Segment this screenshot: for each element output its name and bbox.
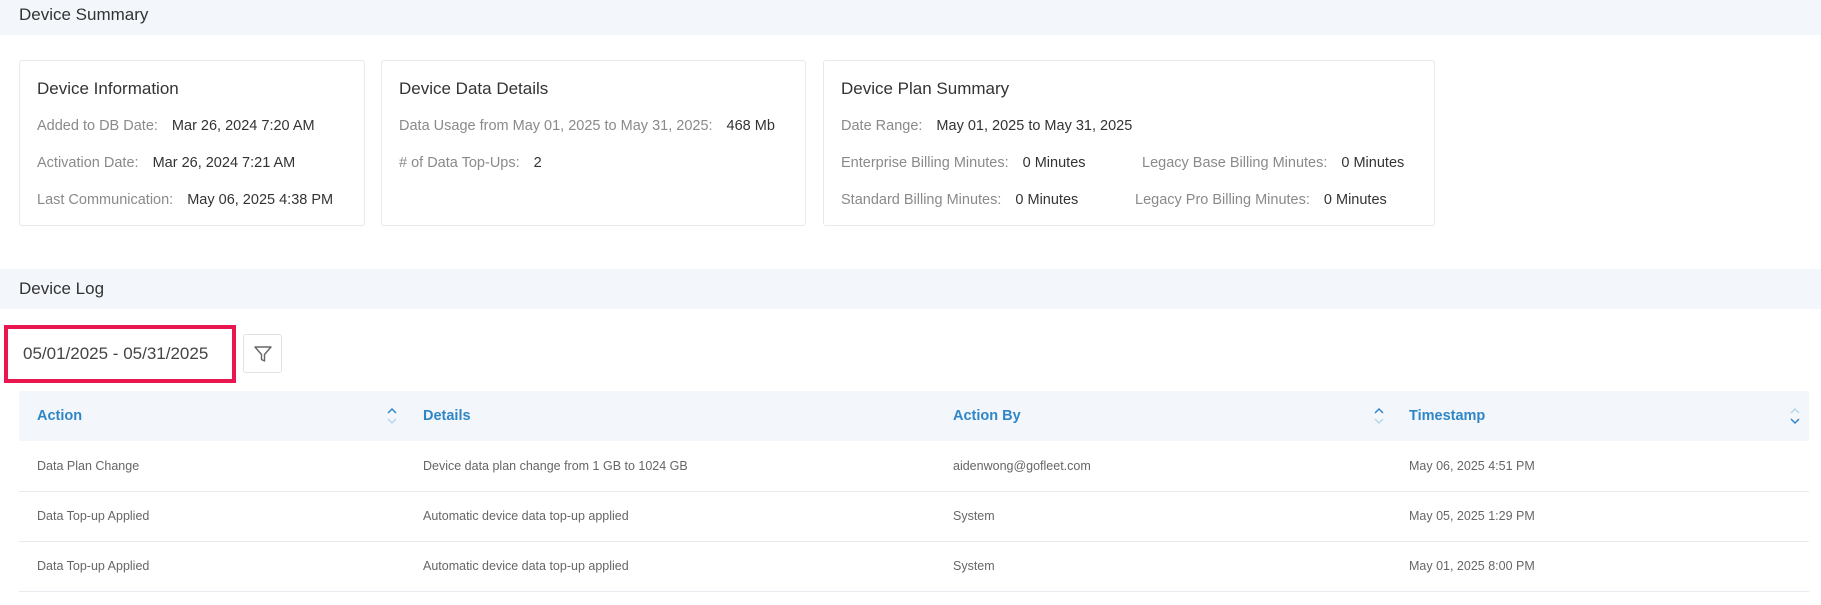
column-header-timestamp[interactable]: Timestamp (1409, 391, 1485, 441)
column-header-timestamp-label: Timestamp (1409, 408, 1486, 424)
standard-billing-row: Standard Billing Minutes: 0 Minutes (841, 192, 1078, 208)
column-header-action-label: Action (37, 408, 83, 424)
cell-details: Automatic device data top-up applied (423, 509, 629, 523)
legacy-base-billing-value: 0 Minutes (1341, 155, 1405, 171)
device-summary-header: Device Summary (0, 0, 1821, 35)
column-header-action-by[interactable]: Action By (953, 391, 1021, 441)
cell-timestamp: May 06, 2025 4:51 PM (1409, 459, 1535, 473)
last-communication-label: Last Communication: (37, 192, 174, 208)
filter-button[interactable] (243, 334, 282, 373)
column-header-action[interactable]: Action (37, 391, 82, 441)
sort-icon[interactable] (1788, 405, 1802, 427)
last-communication-value: May 06, 2025 4:38 PM (187, 192, 334, 208)
device-information-title: Device Information (37, 79, 179, 98)
device-log-header: Device Log (0, 269, 1821, 309)
device-data-details-title: Device Data Details (399, 79, 549, 98)
sort-icon[interactable] (1372, 405, 1386, 427)
added-to-db-label: Added to DB Date: (37, 118, 158, 134)
last-communication-row: Last Communication: May 06, 2025 4:38 PM (37, 192, 333, 208)
added-to-db-row: Added to DB Date: Mar 26, 2024 7:20 AM (37, 118, 315, 134)
data-topups-label: # of Data Top-Ups: (399, 155, 520, 171)
standard-billing-label: Standard Billing Minutes: (841, 192, 1002, 208)
device-data-details-card: Device Data Details Data Usage from May … (381, 60, 806, 226)
cell-action-by: System (953, 509, 995, 523)
legacy-base-billing-row: Legacy Base Billing Minutes: 0 Minutes (1142, 155, 1404, 171)
device-plan-summary-title: Device Plan Summary (841, 79, 1010, 98)
legacy-pro-billing-row: Legacy Pro Billing Minutes: 0 Minutes (1135, 192, 1387, 208)
table-row[interactable]: Data Top-up Applied Automatic device dat… (19, 491, 1809, 542)
device-information-card: Device Information Added to DB Date: Mar … (19, 60, 365, 226)
enterprise-billing-label: Enterprise Billing Minutes: (841, 155, 1009, 171)
enterprise-billing-value: 0 Minutes (1022, 155, 1086, 171)
date-range-picker[interactable]: 05/01/2025 - 05/31/2025 (4, 325, 236, 383)
legacy-pro-billing-value: 0 Minutes (1323, 192, 1387, 208)
activation-date-value: Mar 26, 2024 7:21 AM (152, 155, 296, 171)
standard-billing-value: 0 Minutes (1015, 192, 1079, 208)
table-row[interactable]: Data Top-up Applied Automatic device dat… (19, 541, 1809, 592)
legacy-base-billing-label: Legacy Base Billing Minutes: (1142, 155, 1328, 171)
data-usage-row: Data Usage from May 01, 2025 to May 31, … (399, 118, 775, 134)
cell-action: Data Top-up Applied (37, 559, 150, 573)
column-header-action-by-label: Action By (953, 408, 1021, 424)
cell-action-by: aidenwong@gofleet.com (953, 459, 1091, 473)
column-header-details: Details (423, 391, 471, 441)
date-range-text: 05/01/2025 - 05/31/2025 (23, 344, 209, 363)
table-row[interactable]: Data Plan Change Device data plan change… (19, 441, 1809, 492)
device-log-title: Device Log (19, 279, 105, 298)
data-topups-value: 2 (533, 155, 542, 171)
filter-icon (253, 345, 272, 362)
cell-timestamp: May 05, 2025 1:29 PM (1409, 509, 1535, 523)
activation-date-row: Activation Date: Mar 26, 2024 7:21 AM (37, 155, 295, 171)
date-range-value: May 01, 2025 to May 31, 2025 (936, 118, 1133, 134)
data-usage-label: Data Usage from May 01, 2025 to May 31, … (399, 118, 713, 134)
date-range-row: Date Range: May 01, 2025 to May 31, 2025 (841, 118, 1132, 134)
data-topups-row: # of Data Top-Ups: 2 (399, 155, 542, 171)
cell-action: Data Top-up Applied (37, 509, 150, 523)
cell-action-by: System (953, 559, 995, 573)
cell-details: Automatic device data top-up applied (423, 559, 629, 573)
legacy-pro-billing-label: Legacy Pro Billing Minutes: (1135, 192, 1310, 208)
sort-icon[interactable] (385, 405, 399, 427)
cell-details: Device data plan change from 1 GB to 102… (423, 459, 688, 473)
enterprise-billing-row: Enterprise Billing Minutes: 0 Minutes (841, 155, 1086, 171)
cell-action: Data Plan Change (37, 459, 140, 473)
data-usage-value: 468 Mb (726, 118, 775, 134)
activation-date-label: Activation Date: (37, 155, 139, 171)
device-plan-summary-card: Device Plan Summary Date Range: May 01, 2… (823, 60, 1435, 226)
column-header-details-label: Details (423, 408, 471, 424)
device-summary-title: Device Summary (19, 4, 149, 24)
log-table-header: Action Details Action By Timestamp (19, 391, 1809, 441)
added-to-db-value: Mar 26, 2024 7:20 AM (171, 118, 315, 134)
cell-timestamp: May 01, 2025 8:00 PM (1409, 559, 1535, 573)
date-range-label: Date Range: (841, 118, 923, 134)
